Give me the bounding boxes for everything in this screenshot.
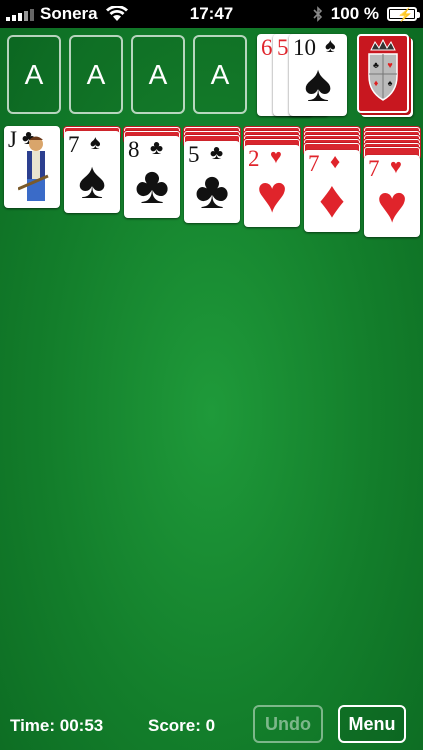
score: Score: 0: [148, 716, 216, 735]
stock-pile[interactable]: ♣ ♥ ♦ ♠: [357, 34, 409, 113]
waste-top-card[interactable]: 10 ♠ ♠: [289, 34, 347, 116]
card-suit-large: ♣: [134, 157, 170, 215]
tableau-card-col3[interactable]: 8 ♣ ♣: [124, 136, 180, 218]
bottom-bar: Time: 00:53 Score: 0 Undo Menu: [0, 702, 423, 750]
crest-shield-icon: ♣ ♥ ♦ ♠: [368, 38, 398, 101]
tableau-card-col1[interactable]: J ♣: [4, 126, 60, 208]
status-bar: Sonera 17:47 100 % ⚡: [0, 0, 423, 28]
card-rank: J: [8, 127, 17, 152]
foundation-pile-4[interactable]: A: [193, 35, 247, 114]
svg-text:♣: ♣: [373, 60, 379, 70]
tableau-card-col7[interactable]: 7 ♥ ♥: [364, 155, 420, 237]
card-suit-large: ♥: [376, 176, 408, 234]
card-rank: 5: [277, 35, 289, 60]
card-suit-large: ♠: [304, 55, 332, 113]
foundation-label: A: [86, 58, 106, 90]
card-suit-small: ♦: [330, 151, 341, 173]
card-suit-large: ♠: [78, 152, 106, 210]
battery-percent: 100 %: [330, 4, 379, 23]
card-suit-small: ♥: [390, 156, 402, 178]
tableau-card-col2[interactable]: 7 ♠ ♠: [64, 131, 120, 213]
foundation-pile-3[interactable]: A: [131, 35, 185, 114]
card-rank: 7: [308, 151, 320, 176]
undo-button[interactable]: Undo: [253, 705, 323, 743]
card-suit-large: ♣: [194, 162, 230, 220]
elapsed-time: Time: 00:53: [10, 716, 104, 735]
card-suit-small: ♠: [90, 132, 101, 154]
card-suit-small: ♣: [210, 142, 224, 164]
svg-text:♠: ♠: [388, 78, 393, 88]
card-suit-small: ♠: [325, 35, 336, 57]
tableau-card-col6[interactable]: 7 ♦ ♦: [304, 150, 360, 232]
foundation-label: A: [148, 58, 168, 90]
card-suit-small: ♣: [150, 137, 164, 159]
card-suit-small: ♥: [270, 146, 282, 168]
foundation-label: A: [24, 58, 44, 90]
tableau-card-col5[interactable]: 2 ♥ ♥: [244, 145, 300, 227]
tableau-card-col4[interactable]: 5 ♣ ♣: [184, 141, 240, 223]
card-suit-large: ♦: [318, 171, 346, 229]
foundation-label: A: [210, 58, 230, 90]
battery-icon: ⚡: [387, 7, 420, 22]
jack-face-icon: [18, 136, 49, 201]
svg-text:♥: ♥: [387, 60, 392, 70]
menu-button[interactable]: Menu: [338, 705, 406, 743]
svg-text:♦: ♦: [374, 78, 379, 88]
card-rank: 6: [261, 35, 273, 60]
bluetooth-icon: [313, 6, 322, 22]
card-suit-large: ♥: [256, 166, 288, 224]
foundation-pile-1[interactable]: A: [7, 35, 61, 114]
foundation-pile-2[interactable]: A: [69, 35, 123, 114]
